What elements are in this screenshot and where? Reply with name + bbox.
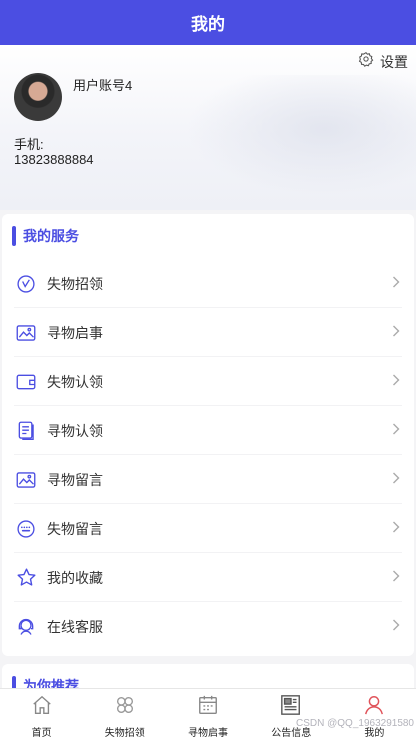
- chevron-right-icon: [392, 324, 400, 342]
- service-item-label: 寻物认领: [47, 422, 103, 439]
- chevron-right-icon: [392, 618, 400, 636]
- services-list: 失物招领 寻物启事 失物认领 寻物认领 寻物留言 失物留言 我的收藏 在线客服: [2, 259, 414, 651]
- chevron-right-icon: [392, 520, 400, 538]
- calendar-icon: [197, 694, 219, 721]
- tab-announcements[interactable]: 公告信息: [250, 689, 333, 738]
- service-item-label: 失物认领: [47, 373, 103, 390]
- service-item-search-message[interactable]: 寻物留言: [2, 455, 414, 504]
- chevron-right-icon: [392, 275, 400, 293]
- tab-mine[interactable]: 我的: [333, 689, 416, 738]
- phone-label: 手机:: [14, 137, 44, 152]
- home-icon: [31, 694, 53, 721]
- watermark: CSDN @QQ_1963291580: [296, 718, 414, 729]
- service-item-favorites[interactable]: 我的收藏: [2, 553, 414, 602]
- chevron-right-icon: [392, 569, 400, 587]
- picture-icon: [15, 469, 37, 491]
- user-icon: [363, 694, 385, 721]
- tab-lost-found[interactable]: 失物招领: [83, 689, 166, 738]
- avatar[interactable]: [14, 73, 62, 121]
- keyboard-icon: [15, 518, 37, 540]
- username: 用户账号4: [73, 78, 133, 93]
- page-title: 我的: [191, 15, 225, 34]
- service-item-label: 寻物留言: [47, 471, 103, 488]
- chevron-right-icon: [392, 471, 400, 489]
- picture-icon: [15, 322, 37, 344]
- phone-number: 13823888884: [14, 152, 94, 167]
- service-item-lost-claim[interactable]: 失物认领: [2, 357, 414, 406]
- service-item-label: 失物招领: [47, 275, 103, 292]
- tab-home[interactable]: 首页: [0, 689, 83, 738]
- settings-label: 设置: [380, 53, 408, 70]
- service-item-search-notice[interactable]: 寻物启事: [2, 308, 414, 357]
- service-item-search-claim[interactable]: 寻物认领: [2, 406, 414, 455]
- service-item-online-support[interactable]: 在线客服: [2, 602, 414, 651]
- profile-card: 设置 用户账号4 手机: 13823888884: [0, 45, 416, 210]
- service-item-label: 寻物启事: [47, 324, 103, 341]
- service-item-label: 失物留言: [47, 520, 103, 537]
- tab-label: 寻物启事: [188, 728, 228, 738]
- top-header: 我的: [0, 0, 416, 45]
- wallet-icon: [15, 371, 37, 393]
- tab-label: 失物招领: [104, 728, 145, 738]
- clover-icon: [114, 694, 136, 721]
- chevron-right-icon: [392, 422, 400, 440]
- service-item-label: 我的收藏: [47, 569, 103, 586]
- section-header: 我的服务: [12, 226, 79, 246]
- star-icon: [15, 567, 37, 589]
- section-accent-bar: [12, 226, 16, 246]
- bottom-tab-bar: 首页 失物招领 寻物启事 公告信息 我的: [0, 688, 416, 738]
- chevron-right-icon: [392, 373, 400, 391]
- service-item-lost-found[interactable]: 失物招领: [2, 259, 414, 308]
- service-item-lost-message[interactable]: 失物留言: [2, 504, 414, 553]
- customer-service-icon: [15, 616, 37, 638]
- settings-button[interactable]: 设置: [358, 51, 408, 72]
- service-item-label: 在线客服: [47, 618, 103, 635]
- clock-check-icon: [15, 273, 37, 295]
- gear-icon: [358, 51, 374, 72]
- tab-search-notice[interactable]: 寻物启事: [166, 689, 249, 738]
- document-icon: [15, 420, 37, 442]
- tab-label: 首页: [31, 728, 52, 738]
- newspaper-icon: [279, 694, 303, 721]
- my-services-section: 我的服务 失物招领 寻物启事 失物认领 寻物认领 寻物留言 失物留言 我的收藏 …: [2, 214, 414, 656]
- section-title: 我的服务: [23, 228, 79, 244]
